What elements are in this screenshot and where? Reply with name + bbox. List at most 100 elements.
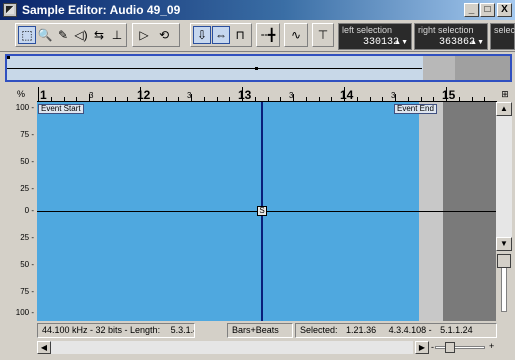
scroll-up-icon[interactable]: ▲ [496, 102, 512, 116]
minimize-button[interactable]: _ [464, 3, 479, 17]
selected-length: 1.21.36 [346, 325, 377, 335]
wave-group: ∿ [284, 23, 308, 47]
ruler-tick [229, 97, 230, 101]
ruler-tick [204, 97, 205, 101]
horizontal-zoom-thumb[interactable] [445, 342, 455, 353]
horizontal-zoom-slider[interactable] [435, 346, 485, 349]
snap-group: ⇩ ⇔ ⊓ [190, 23, 252, 47]
ruler-tick [382, 97, 383, 101]
overview-cursor-marker [255, 67, 258, 70]
speaker-tool-icon[interactable]: ◁) [72, 26, 90, 44]
ruler-tick [51, 97, 52, 101]
selected-end: 5.1.1.24 [440, 325, 473, 335]
ruler-tick [38, 87, 39, 101]
waveform-display[interactable]: S Event Start Event End [37, 102, 496, 321]
ruler-tick [306, 97, 307, 101]
status-bar: 44.100 kHz - 32 bits - Length: 5.3.1.47 … [5, 322, 512, 339]
ruler-tick [140, 87, 141, 101]
zoom-in-icon[interactable]: + [489, 341, 494, 351]
snap-point-handle[interactable]: S [257, 206, 267, 216]
auto-scroll-icon[interactable]: ⇔ [212, 26, 230, 44]
spin-icon[interactable]: ▲▼ [470, 39, 484, 46]
app-icon[interactable] [3, 3, 17, 17]
waveform-icon[interactable]: ∿ [287, 26, 305, 44]
tool-group: ⬚ 🔍 ✎ ◁) ⇆ ⊥ [15, 23, 127, 47]
format-info: 44.100 kHz - 32 bits - Length: 5.3.1.47 [37, 323, 195, 338]
amplitude-label: 25 - [20, 233, 34, 242]
ruler-tick [395, 94, 396, 101]
loop-icon[interactable]: ⟲ [155, 26, 173, 44]
format-text: 44.100 kHz - 32 bits - Length: [42, 325, 161, 335]
horizontal-scroll-track[interactable] [51, 341, 413, 354]
ruler-tick [89, 94, 90, 101]
scroll-right-icon[interactable]: ▶ [415, 341, 429, 354]
snap-grid-icon[interactable]: ⊓ [231, 26, 249, 44]
ruler-tick [408, 97, 409, 101]
draw-tool-icon[interactable]: ⊥ [108, 26, 126, 44]
ruler-settings-icon[interactable]: ⊞ [497, 86, 513, 102]
horizontal-scrollbar[interactable]: ◀ ▶ - + [5, 340, 512, 355]
amplitude-label: 100 - [15, 308, 34, 317]
overview-bar[interactable] [5, 54, 512, 82]
ruler-bar-label: 1 [40, 88, 47, 102]
ruler-tick [64, 97, 65, 101]
vertical-scrollbar[interactable]: ▲ ▼ [496, 102, 512, 321]
timeline-ruler[interactable]: 1 3 12 3 13 3 14 3 15 [37, 86, 497, 102]
right-selection-field[interactable]: right selection 363862 ▲▼ [414, 23, 488, 50]
ruler-tick [153, 97, 154, 101]
selected-start: 4.3.4.108 - [388, 325, 432, 335]
ruler-bar-label: 12 [137, 88, 151, 102]
snap-zero-icon[interactable]: ⇩ [193, 26, 211, 44]
ruler-tick [166, 97, 167, 101]
ruler-tick [331, 97, 332, 101]
event-start-marker[interactable]: Event Start [38, 104, 84, 114]
ruler-tick [459, 97, 460, 101]
ruler-tick [178, 97, 179, 101]
ruler-tick [191, 94, 192, 101]
select-field[interactable]: selec [490, 23, 515, 50]
ruler-tick [472, 97, 473, 101]
range-select-tool-icon[interactable]: ⬚ [18, 26, 36, 44]
ruler-tick [293, 94, 294, 101]
ruler-tick [217, 97, 218, 101]
ruler-tick [433, 97, 434, 101]
amplitude-label: 100 - [15, 103, 34, 112]
ruler-bar-label: 14 [340, 88, 354, 102]
ruler-tick [484, 97, 485, 101]
ruler-bar-label: 15 [442, 88, 456, 102]
ruler-tick [280, 97, 281, 101]
filter-icon[interactable]: ⊤ [314, 26, 332, 44]
ruler-tick [115, 97, 116, 101]
scroll-left-icon[interactable]: ◀ [37, 341, 51, 354]
vertical-zoom-thumb[interactable] [497, 254, 511, 268]
hitpoint-group: ╌╋ [256, 23, 280, 47]
close-button[interactable]: X [497, 3, 512, 17]
ruler-corner[interactable]: % [5, 86, 37, 102]
spin-icon[interactable]: ▲▼ [394, 39, 408, 46]
display-mode[interactable]: Bars+Beats [227, 323, 293, 338]
scrub-tool-icon[interactable]: ⇆ [90, 26, 108, 44]
hitpoint-icon[interactable]: ╌╋ [259, 26, 277, 44]
zoom-tool-icon[interactable]: 🔍 [36, 26, 54, 44]
zoom-out-icon[interactable]: - [431, 342, 434, 352]
event-end-marker[interactable]: Event End [394, 104, 437, 114]
left-selection-field[interactable]: left selection 330132 ▲▼ [338, 23, 412, 50]
overview-start-tick [7, 56, 10, 59]
play-icon[interactable]: ▷ [135, 26, 153, 44]
zero-line-outside [443, 211, 496, 212]
ruler-tick [255, 97, 256, 101]
ruler-tick [268, 97, 269, 101]
vertical-scroll-track[interactable] [496, 116, 512, 237]
right-selection-label: right selection [418, 25, 474, 35]
maximize-button[interactable]: □ [480, 3, 495, 17]
pencil-tool-icon[interactable]: ✎ [54, 26, 72, 44]
left-selection-label: left selection [342, 25, 393, 35]
ruler-tick [370, 97, 371, 101]
amplitude-label: 25 - [20, 184, 34, 193]
amplitude-label: 0 - [24, 206, 34, 215]
overview-waveform-line [7, 68, 422, 69]
overview-end-region [423, 56, 455, 80]
amplitude-label: 75 - [20, 287, 34, 296]
scroll-down-icon[interactable]: ▼ [496, 237, 512, 251]
ruler-tick [102, 97, 103, 101]
